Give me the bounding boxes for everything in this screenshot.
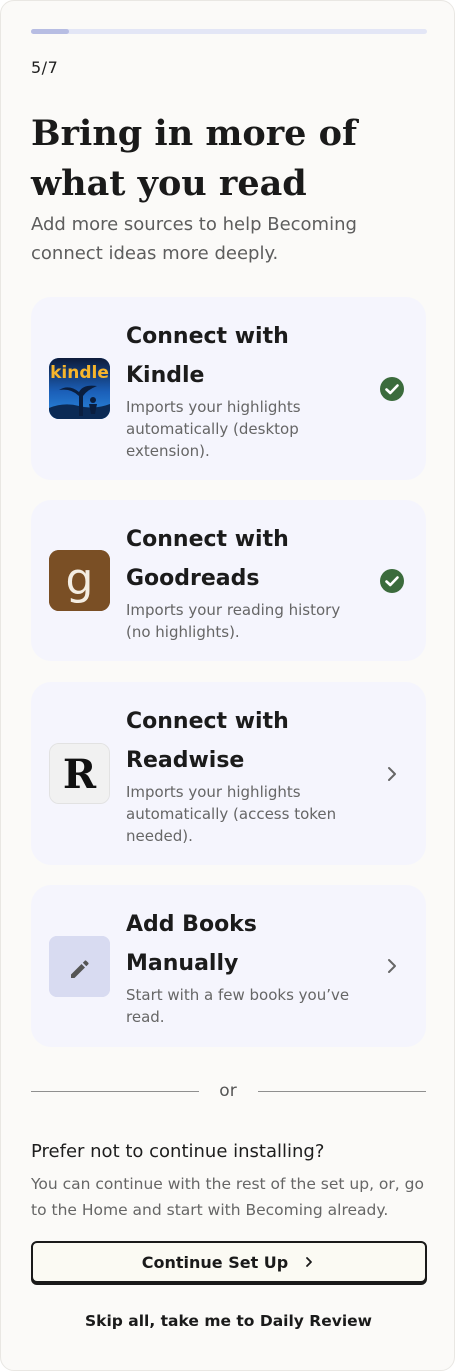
- chevron-right-icon: [380, 954, 404, 978]
- skip-all-link[interactable]: Skip all, take me to Daily Review: [1, 1312, 454, 1330]
- source-card-title: Add Books Manually: [126, 912, 257, 976]
- page-title: Bring in more of what you read: [31, 113, 358, 204]
- divider-line-left: [31, 1091, 199, 1092]
- readwise-logo: R: [49, 743, 110, 804]
- source-card-goodreads[interactable]: g Connect with Goodreads Imports your re…: [31, 500, 426, 661]
- continue-setup-button[interactable]: Continue Set Up: [31, 1241, 427, 1283]
- continue-setup-label: Continue Set Up: [141, 1252, 289, 1272]
- check-circle-icon: [380, 377, 404, 401]
- source-card-title: Connect with Readwise: [126, 709, 289, 773]
- step-counter: 5/7: [31, 58, 59, 77]
- skip-prompt-title: Prefer not to continue installing?: [31, 1141, 325, 1162]
- page-subtitle: Add more sources to help Becoming connec…: [31, 214, 357, 264]
- goodreads-logo: g: [49, 550, 110, 611]
- source-card-description: Imports your highlights automatically (d…: [126, 398, 301, 460]
- source-card-readwise[interactable]: R Connect with Readwise Imports your hig…: [31, 682, 426, 865]
- divider-line-right: [258, 1091, 426, 1092]
- source-card-title: Connect with Goodreads: [126, 527, 289, 591]
- check-circle-icon: [380, 569, 404, 593]
- source-card-description: Imports your highlights automatically (a…: [126, 783, 337, 845]
- kindle-logo: kindle: [49, 358, 110, 419]
- readwise-logo-text: R: [63, 751, 97, 798]
- source-card-kindle[interactable]: kindle Connect with Kindle Imports your …: [31, 297, 426, 480]
- chevron-right-icon: [302, 1255, 316, 1269]
- progress-bar: [31, 29, 427, 34]
- kindle-logo-text: kindle: [50, 363, 109, 383]
- source-card-description: Imports your reading history (no highlig…: [126, 601, 341, 641]
- source-card-manual[interactable]: Add Books Manually Start with a few book…: [31, 885, 426, 1047]
- source-card-title: Connect with Kindle: [126, 324, 289, 388]
- pencil-icon: [49, 936, 110, 997]
- onboarding-screen: 5/7 Bring in more of what you read Add m…: [0, 0, 455, 1371]
- chevron-right-icon: [380, 762, 404, 786]
- progress-bar-fill: [31, 29, 70, 34]
- source-card-description: Start with a few books you’ve read.: [126, 986, 350, 1026]
- goodreads-logo-text: g: [66, 554, 94, 605]
- divider-text: or: [219, 1081, 237, 1101]
- skip-prompt-description: You can continue with the rest of the se…: [31, 1175, 424, 1219]
